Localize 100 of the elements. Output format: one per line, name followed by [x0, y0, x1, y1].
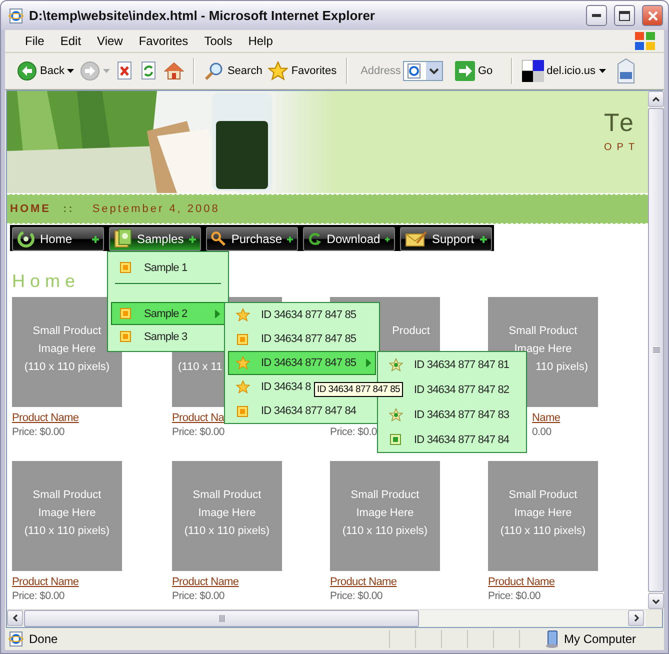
star-icon — [236, 308, 250, 322]
search-button[interactable]: Search — [202, 59, 264, 83]
product-price: 0.00 — [532, 425, 552, 439]
product-price: Price: $0.00 — [172, 425, 226, 439]
back-button[interactable]: Back — [15, 59, 76, 83]
nav-button[interactable]: Samples — [109, 227, 201, 251]
plus-icon — [189, 236, 196, 242]
minimize-button[interactable] — [586, 5, 607, 26]
address-field[interactable] — [402, 61, 443, 81]
star-icon — [236, 380, 250, 394]
envelope-icon — [405, 231, 427, 247]
product-name-link[interactable]: Product Name — [488, 575, 555, 589]
plus-icon — [92, 236, 99, 242]
placeholder-text: Product — [392, 324, 430, 339]
maximize-button[interactable] — [614, 5, 635, 26]
scroll-thumb[interactable] — [648, 108, 664, 592]
product-price: Price: $0.00 — [12, 425, 66, 439]
product-name-link[interactable]: Product Name — [330, 575, 397, 589]
browser-icon — [8, 8, 24, 24]
plus-icon — [287, 236, 293, 242]
grip-icon — [652, 347, 660, 353]
date-text: September 4, 2008 — [92, 203, 220, 215]
square-icon — [120, 331, 131, 342]
breadcrumb-home: HOME — [10, 203, 51, 215]
window-title: D:\temp\website\index.html - Microsoft Internet Explorer — [29, 8, 376, 23]
close-button[interactable] — [642, 5, 663, 26]
menu-entry[interactable]: View — [91, 34, 129, 48]
caret-icon — [598, 69, 606, 73]
stop-icon — [116, 61, 134, 81]
product-name-link[interactable]: Product Na — [172, 411, 224, 425]
arrow-icon — [308, 230, 322, 248]
placeholder-text: (110 x 110 pixels) — [24, 360, 110, 375]
status-text: Done — [29, 632, 59, 646]
star-icon — [236, 356, 250, 370]
placeholder-text: (110 x 110 pixels) — [342, 524, 428, 539]
product-name-link[interactable]: Product Name — [172, 575, 239, 589]
product-name-link[interactable]: Name — [532, 411, 560, 425]
square-icon — [120, 308, 131, 319]
menu-item[interactable]: Sample 3 — [111, 325, 225, 348]
caret-icon — [67, 69, 74, 73]
browser-icon — [8, 631, 24, 647]
menu-entry[interactable]: Edit — [54, 34, 88, 48]
star-icon — [388, 358, 402, 372]
placeholder-text: Small Product — [350, 488, 420, 503]
menu-item[interactable]: ID 34634 877 847 81 — [381, 352, 523, 377]
product-price: Price: $0.00 — [12, 589, 66, 603]
menu-item[interactable]: ID 34634 877 847 84 — [228, 399, 376, 423]
security-zone: My Computer — [564, 632, 638, 646]
plus-icon — [385, 236, 390, 242]
windows-logo-icon — [634, 31, 656, 51]
minimize-icon — [592, 14, 601, 17]
squares-icon — [522, 60, 544, 82]
menu-entry[interactable]: Favorites — [132, 34, 194, 48]
menu-entry[interactable]: File — [19, 34, 50, 48]
placeholder-text: (110 x 110 pixels) — [500, 524, 586, 539]
placeholder-text: (110 x 11 — [178, 360, 222, 375]
plus-icon — [480, 236, 487, 242]
back-icon — [17, 61, 37, 81]
product-name-link[interactable]: Product Name — [12, 411, 79, 425]
caret-icon — [103, 69, 110, 73]
nav-button[interactable]: Home — [12, 227, 104, 251]
page-icon — [406, 63, 422, 79]
placeholder-text: Small Product — [508, 488, 578, 503]
favorites-button[interactable]: Favorites — [266, 59, 339, 83]
placeholder-text: Image Here — [38, 506, 96, 521]
star-icon — [388, 408, 402, 422]
menu-item[interactable]: ID 34634 877 847 85 — [228, 303, 376, 327]
square-icon — [120, 262, 131, 273]
placeholder-text: (110 x 110 pixels) — [184, 524, 270, 539]
menu-item[interactable]: Sample 1 — [111, 256, 225, 279]
menu-entry[interactable]: Help — [242, 34, 279, 48]
scroll-left-button[interactable] — [7, 610, 23, 626]
nav-button[interactable]: Purchase — [206, 227, 298, 251]
menu-item[interactable]: ID 34634 877 847 84 — [381, 427, 523, 452]
square-icon — [237, 406, 248, 416]
product-name-link[interactable]: Product Name — [12, 575, 79, 589]
scroll-thumb[interactable] — [24, 610, 419, 627]
menu-entry[interactable]: Tools — [198, 34, 238, 48]
placeholder-text: Small Product — [32, 488, 102, 503]
menu-item[interactable]: ID 34634 877 847 85 — [228, 327, 376, 351]
menu-item[interactable]: ID 34634 877 847 83 — [381, 402, 523, 427]
breadcrumb-separator: :: — [63, 203, 74, 215]
product-price: Price: $0.00 — [330, 589, 384, 603]
scroll-down-button[interactable] — [648, 593, 664, 609]
square-icon — [390, 434, 401, 445]
placeholder-text: (110 x 110 pixels) — [24, 524, 110, 539]
home-icon — [164, 61, 184, 81]
placeholder-text: Small Product — [32, 324, 102, 339]
tooltip: ID 34634 877 847 85 — [314, 382, 404, 397]
nav-button[interactable]: Support — [400, 227, 492, 251]
swirl-icon — [17, 230, 35, 248]
square-icon — [237, 334, 248, 344]
scroll-right-button[interactable] — [628, 610, 644, 626]
star-icon — [268, 61, 288, 81]
bookmarks-button[interactable]: del.icio.us — [520, 58, 608, 84]
nav-button[interactable]: Download — [303, 227, 395, 251]
placeholder-text: Image Here — [356, 506, 414, 521]
go-button[interactable]: Go — [452, 59, 495, 83]
forward-icon — [80, 61, 100, 81]
scroll-up-button[interactable] — [648, 91, 664, 107]
